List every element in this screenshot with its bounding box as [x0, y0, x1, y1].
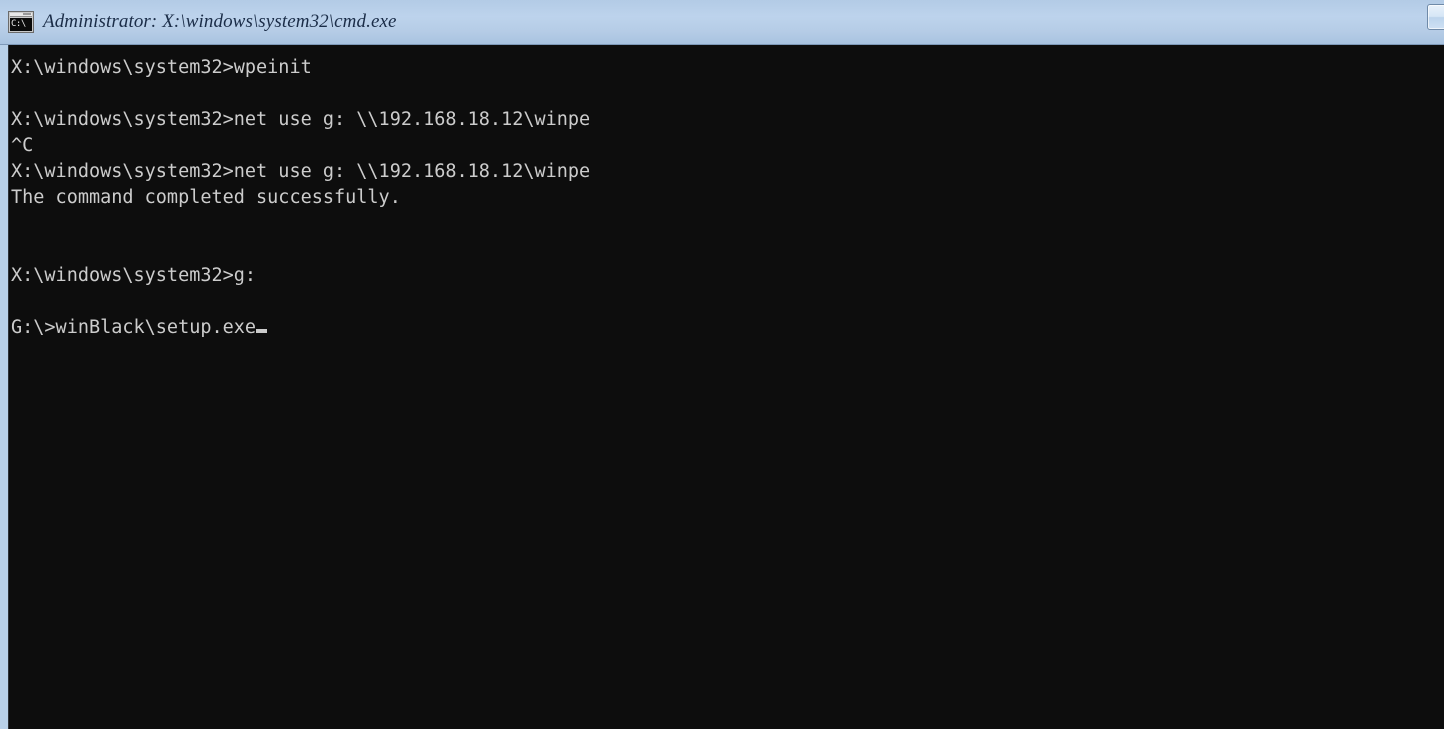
- console-output-area[interactable]: X:\windows\system32>wpeinit X:\windows\s…: [8, 45, 1444, 729]
- console-line: ^C: [11, 135, 34, 156]
- cmd-window: C:\ Administrator: X:\windows\system32\c…: [0, 0, 1444, 729]
- console-prompt-text: G:\>winBlack\setup.exe: [11, 317, 257, 338]
- cmd-console-icon: C:\: [8, 11, 34, 33]
- restore-button[interactable]: [1427, 4, 1444, 30]
- console-line: X:\windows\system32>wpeinit: [11, 57, 312, 78]
- console-line: The command completed successfully.: [11, 187, 401, 208]
- icon-titlebar-strip: [10, 13, 32, 17]
- console-line: X:\windows\system32>g:: [11, 265, 257, 286]
- window-titlebar[interactable]: C:\ Administrator: X:\windows\system32\c…: [0, 0, 1444, 45]
- text-cursor: [256, 329, 268, 333]
- console-line: X:\windows\system32>net use g: \\192.168…: [11, 109, 591, 130]
- window-caption-buttons[interactable]: [1427, 4, 1444, 30]
- icon-screen-text: C:\: [10, 18, 32, 31]
- console-line: X:\windows\system32>net use g: \\192.168…: [11, 161, 591, 182]
- console-lines: X:\windows\system32>wpeinit X:\windows\s…: [9, 45, 1444, 341]
- window-title: Administrator: X:\windows\system32\cmd.e…: [43, 11, 397, 32]
- console-prompt-line: G:\>winBlack\setup.exe: [11, 315, 1444, 341]
